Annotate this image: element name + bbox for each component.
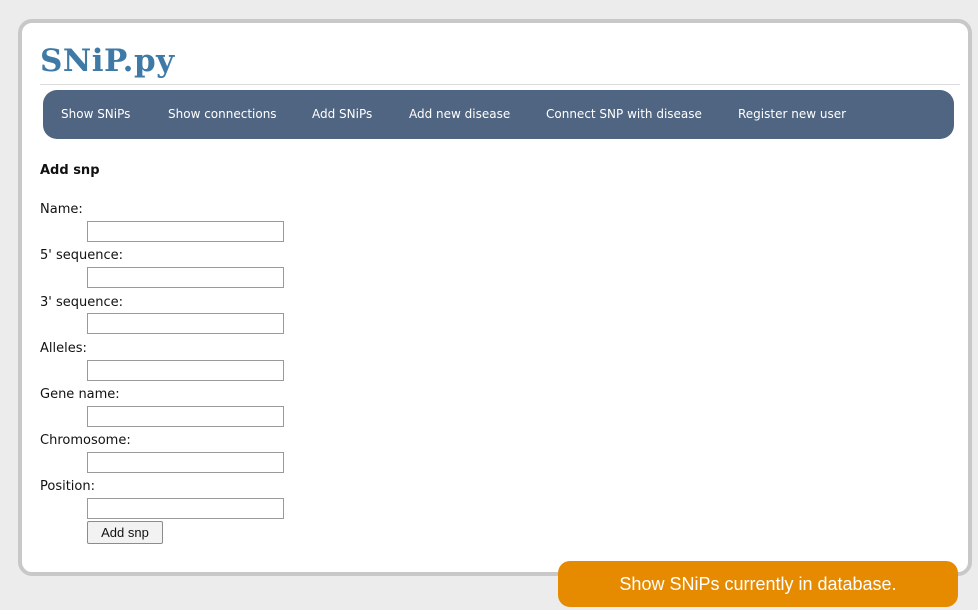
nav-item-show-connections[interactable]: Show connections: [168, 90, 277, 139]
site-title[interactable]: SNiP.py: [40, 43, 175, 79]
gene-name-input[interactable]: [87, 406, 284, 427]
add-snp-button[interactable]: Add snp: [87, 521, 163, 544]
nav-item-connect-snp-disease[interactable]: Connect SNP with disease: [546, 90, 702, 139]
five-prime-sequence-label: 5' sequence:: [40, 248, 124, 263]
alleles-label: Alleles:: [40, 341, 87, 356]
name-input[interactable]: [87, 221, 284, 242]
nav-item-show-snips[interactable]: Show SNiPs: [61, 90, 130, 139]
three-prime-sequence-input[interactable]: [87, 313, 284, 334]
position-label: Position:: [40, 479, 95, 494]
title-divider: [40, 84, 960, 85]
position-input[interactable]: [87, 498, 284, 519]
chromosome-label: Chromosome:: [40, 433, 131, 448]
three-prime-sequence-label: 3' sequence:: [40, 295, 124, 310]
nav-item-add-new-disease[interactable]: Add new disease: [409, 90, 510, 139]
nav-item-add-snips[interactable]: Add SNiPs: [312, 90, 372, 139]
name-label: Name:: [40, 202, 83, 217]
form-heading: Add snp: [40, 163, 100, 178]
nav-item-register-user[interactable]: Register new user: [738, 90, 846, 139]
chromosome-input[interactable]: [87, 452, 284, 473]
show-snips-database-button[interactable]: Show SNiPs currently in database.: [558, 561, 958, 607]
main-navbar: Show SNiPs Show connections Add SNiPs Ad…: [43, 90, 954, 139]
alleles-input[interactable]: [87, 360, 284, 381]
gene-name-label: Gene name:: [40, 387, 120, 402]
page-container: SNiP.py Show SNiPs Show connections Add …: [18, 19, 972, 576]
five-prime-sequence-input[interactable]: [87, 267, 284, 288]
